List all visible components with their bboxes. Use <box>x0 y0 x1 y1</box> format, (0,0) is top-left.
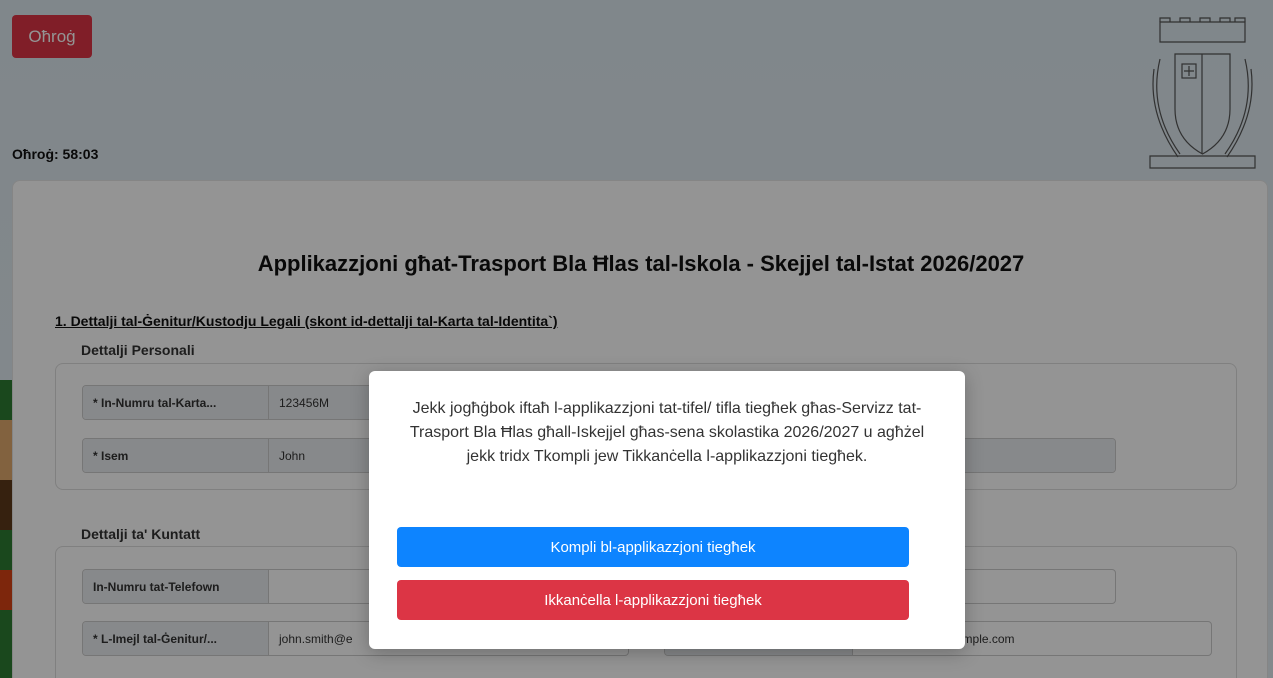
application-choice-modal: Jekk jogħġbok iftaħ l-applikazzjoni tat-… <box>369 371 965 649</box>
modal-message: Jekk jogħġbok iftaħ l-applikazzjoni tat-… <box>409 400 925 465</box>
continue-application-button[interactable]: Kompli bl-applikazzjoni tiegħek <box>397 527 909 567</box>
cancel-application-button[interactable]: Ikkanċella l-applikazzjoni tiegħek <box>397 580 909 620</box>
